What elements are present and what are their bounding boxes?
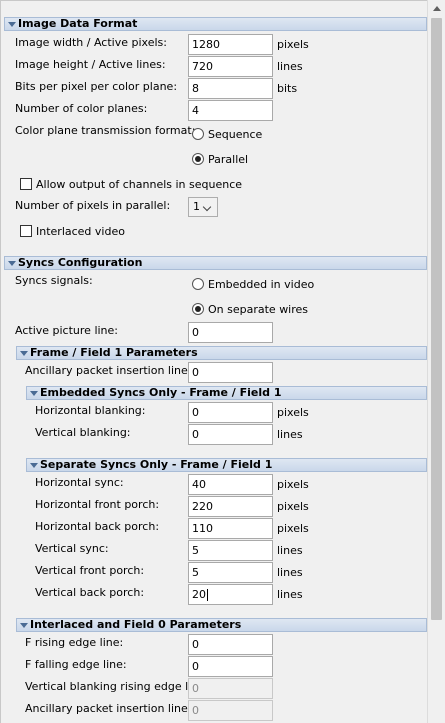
vertical-sync-field[interactable]: 5 [188,540,273,561]
vertical-blanking-label: Vertical blanking: [35,426,131,439]
radio-separate-wires[interactable] [192,303,204,315]
horizontal-front-porch-label: Horizontal front porch: [35,498,160,511]
transmission-format-label: Color plane transmission format: [15,124,196,137]
horizontal-front-porch-unit: pixels [277,500,309,513]
chevron-down-icon [202,202,212,212]
collapse-triangle-icon [20,623,28,628]
collapse-triangle-icon [20,351,28,356]
radio-embedded[interactable] [192,278,204,290]
horizontal-back-porch-field[interactable]: 110 [188,518,273,539]
bits-per-pixel-unit: bits [277,82,298,95]
field0-ancillary-line-field: 0 [188,700,273,721]
horizontal-back-porch-label: Horizontal back porch: [35,520,160,533]
allow-sequence-label[interactable]: Allow output of channels in sequence [36,178,242,191]
section-title: Syncs Configuration [18,256,143,269]
radio-separate-wires-label[interactable]: On separate wires [208,303,308,316]
ancillary-line-label: Ancillary packet insertion line: [25,364,192,377]
f-falling-edge-field[interactable]: 0 [188,656,273,677]
radio-embedded-label[interactable]: Embedded in video [208,278,314,291]
f-rising-edge-field[interactable]: 0 [188,634,273,655]
collapse-triangle-icon [30,391,38,396]
pixels-parallel-dropdown[interactable]: 1 [188,197,218,217]
pixels-parallel-value: 1 [193,200,200,213]
section-title: Embedded Syncs Only - Frame / Field 1 [40,386,282,399]
horizontal-blanking-unit: pixels [277,406,309,419]
vertical-back-porch-field[interactable]: 20 [188,584,273,605]
vertical-blanking-field[interactable]: 0 [188,424,273,445]
active-picture-line-label: Active picture line: [15,324,118,337]
text-caret [207,589,208,601]
radio-sequence[interactable] [192,128,204,140]
interlaced-checkbox[interactable] [20,225,32,237]
vertical-sync-label: Vertical sync: [35,542,109,555]
horizontal-blanking-field[interactable]: 0 [188,402,273,423]
vertical-back-porch-value: 20 [192,588,206,601]
f-falling-edge-label: F falling edge line: [25,658,127,671]
vertical-blanking-unit: lines [277,428,303,441]
collapse-triangle-icon [30,463,38,468]
section-header-image-data-format[interactable]: Image Data Format [4,17,427,31]
horizontal-front-porch-field[interactable]: 220 [188,496,273,517]
collapse-triangle-icon [8,22,16,27]
horizontal-back-porch-unit: pixels [277,522,309,535]
section-header-field0[interactable]: Interlaced and Field 0 Parameters [16,618,427,632]
allow-sequence-checkbox[interactable] [20,178,32,190]
image-width-unit: pixels [277,38,309,51]
horizontal-sync-unit: pixels [277,478,309,491]
active-picture-line-field[interactable]: 0 [188,322,273,343]
image-height-unit: lines [277,60,303,73]
image-width-field[interactable]: 1280 [188,34,273,55]
collapse-triangle-icon [8,261,16,266]
radio-parallel-label[interactable]: Parallel [208,153,248,166]
section-title: Image Data Format [18,17,138,30]
vertical-front-porch-field[interactable]: 5 [188,562,273,583]
section-header-embedded[interactable]: Embedded Syncs Only - Frame / Field 1 [26,386,427,400]
section-header-separate[interactable]: Separate Syncs Only - Frame / Field 1 [26,458,427,472]
vertical-front-porch-unit: lines [277,566,303,579]
image-height-field[interactable]: 720 [188,56,273,77]
scroll-up-arrow-icon[interactable] [428,0,445,17]
vblank-rising-edge-field: 0 [188,678,273,699]
color-planes-label: Number of color planes: [15,102,148,115]
color-planes-field[interactable]: 4 [188,100,273,121]
bits-per-pixel-field[interactable]: 8 [188,78,273,99]
section-header-frame1[interactable]: Frame / Field 1 Parameters [16,346,427,360]
image-height-label: Image height / Active lines: [15,58,166,71]
ancillary-line-field[interactable]: 0 [188,362,273,383]
vertical-front-porch-label: Vertical front porch: [35,564,145,577]
image-width-label: Image width / Active pixels: [15,36,167,49]
vertical-back-porch-unit: lines [277,588,303,601]
horizontal-blanking-label: Horizontal blanking: [35,404,146,417]
bits-per-pixel-label: Bits per pixel per color plane: [15,80,178,93]
section-title: Separate Syncs Only - Frame / Field 1 [40,458,273,471]
field0-ancillary-line-label: Ancillary packet insertion line: [25,702,192,715]
scrollbar-thumb[interactable] [431,18,442,620]
vertical-sync-unit: lines [277,544,303,557]
interlaced-label[interactable]: Interlaced video [36,225,125,238]
section-header-syncs[interactable]: Syncs Configuration [4,256,427,270]
radio-parallel[interactable] [192,153,204,165]
vblank-rising-edge-label: Vertical blanking rising edge line: [25,680,209,693]
pixels-parallel-label: Number of pixels in parallel: [15,199,171,212]
section-title: Interlaced and Field 0 Parameters [30,618,242,631]
f-rising-edge-label: F rising edge line: [25,636,124,649]
syncs-signals-label: Syncs signals: [15,274,93,287]
horizontal-sync-field[interactable]: 40 [188,474,273,495]
horizontal-sync-label: Horizontal sync: [35,476,124,489]
section-title: Frame / Field 1 Parameters [30,346,198,359]
vertical-back-porch-label: Vertical back porch: [35,586,145,599]
vertical-scrollbar[interactable] [427,0,445,723]
radio-sequence-label[interactable]: Sequence [208,128,262,141]
